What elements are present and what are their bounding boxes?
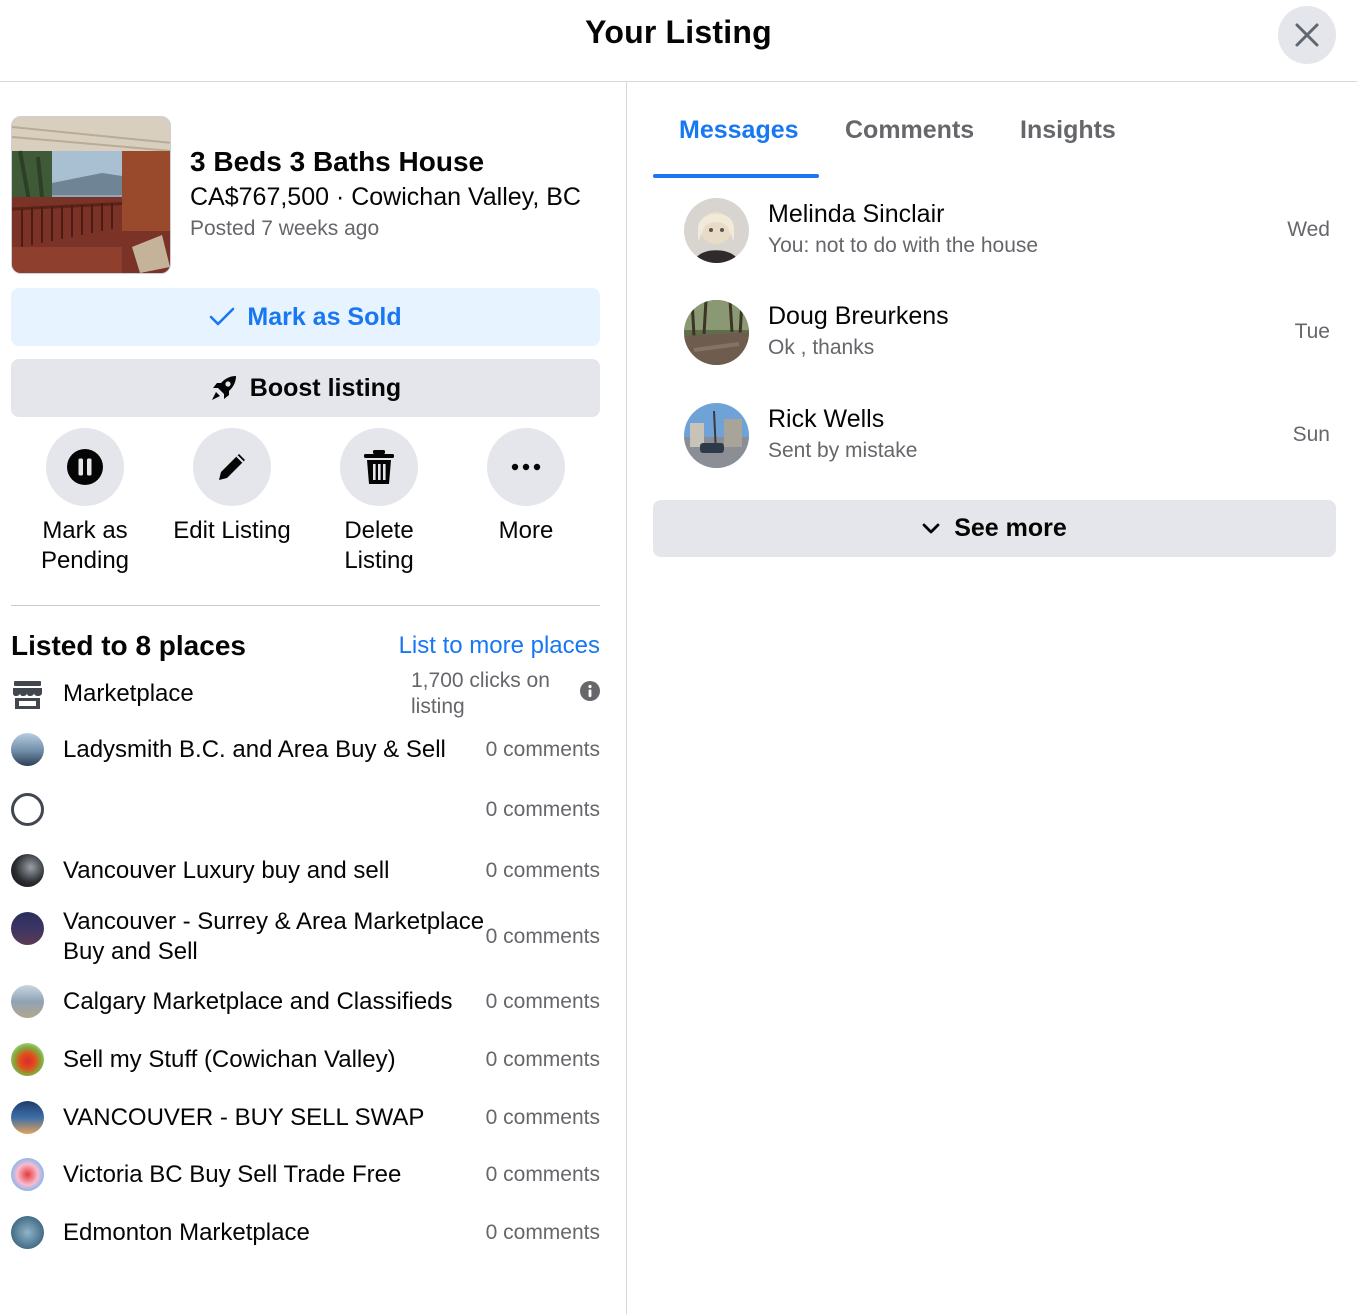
see-more-label: See more — [954, 514, 1067, 542]
close-button[interactable] — [1278, 6, 1336, 64]
more-dots-icon — [511, 463, 541, 471]
place-name: Ladysmith B.C. and Area Buy & Sell — [63, 735, 446, 763]
edit-listing-action[interactable]: Edit Listing — [162, 428, 302, 546]
place-row[interactable]: Sell my Stuff (Cowichan Valley) 0 commen… — [11, 1043, 600, 1076]
group-avatar — [11, 1101, 44, 1134]
place-comments-count: 0 comments — [485, 797, 600, 821]
mark-as-pending-action[interactable]: Mark as Pending — [15, 428, 155, 576]
group-avatar — [11, 912, 44, 945]
section-divider — [11, 605, 600, 606]
mark-as-sold-button[interactable]: Mark as Sold — [11, 288, 600, 346]
message-time: Sun — [1292, 423, 1330, 446]
tab-insights[interactable]: Insights — [1020, 116, 1116, 145]
pause-icon — [67, 449, 103, 485]
place-name: VANCOUVER - BUY SELL SWAP — [63, 1103, 425, 1131]
close-icon — [1295, 23, 1319, 47]
place-name: Marketplace — [63, 680, 194, 707]
listed-places-heading: Listed to 8 places — [11, 630, 246, 661]
listing-title: 3 Beds 3 Baths House — [190, 146, 485, 177]
place-row[interactable]: Ladysmith B.C. and Area Buy & Sell 0 com… — [11, 733, 600, 766]
tab-messages[interactable]: Messages — [679, 116, 799, 145]
tab-comments[interactable]: Comments — [845, 116, 974, 145]
place-row[interactable]: Victoria BC Buy Sell Trade Free 0 commen… — [11, 1158, 600, 1191]
more-label: More — [498, 517, 554, 544]
group-avatar — [11, 1043, 44, 1076]
place-comments-count: 0 comments — [485, 858, 600, 882]
place-row[interactable]: VANCOUVER - BUY SELL SWAP 0 comments — [11, 1101, 600, 1134]
place-name: Victoria BC Buy Sell Trade Free — [63, 1160, 402, 1188]
listing-posted-time: Posted 7 weeks ago — [190, 217, 380, 240]
see-more-button[interactable]: See more — [653, 500, 1336, 557]
message-time: Tue — [1294, 320, 1330, 343]
chevron-down-icon — [922, 523, 940, 533]
place-row[interactable]: 0 comments — [11, 793, 600, 826]
boost-listing-label: Boost listing — [249, 373, 402, 402]
contact-name: Doug Breurkens — [768, 302, 949, 330]
mark-as-pending-button[interactable] — [46, 428, 124, 506]
group-avatar — [11, 985, 44, 1018]
place-comments-count: 0 comments — [485, 1220, 600, 1244]
message-preview: Sent by mistake — [768, 439, 918, 462]
rocket-icon — [211, 376, 236, 400]
delete-listing-button[interactable] — [340, 428, 418, 506]
more-button[interactable] — [487, 428, 565, 506]
dialog-header: Your Listing — [0, 0, 1357, 82]
avatar — [684, 403, 749, 468]
message-thread[interactable]: Doug Breurkens Ok , thanks Tue — [684, 300, 1330, 366]
checkmark-icon — [210, 307, 235, 326]
contact-name: Melinda Sinclair — [768, 200, 945, 228]
edit-listing-label: Edit Listing — [173, 517, 291, 544]
place-comments-count: 0 comments — [485, 1105, 600, 1129]
message-thread[interactable]: Melinda Sinclair You: not to do with the… — [684, 198, 1330, 264]
group-avatar — [11, 1158, 44, 1191]
mark-as-pending-label: Mark as Pending — [40, 517, 130, 574]
dialog-title: Your Listing — [585, 14, 772, 50]
message-thread[interactable]: Rick Wells Sent by mistake Sun — [684, 403, 1330, 469]
place-name: Calgary Marketplace and Classifieds — [63, 987, 453, 1015]
avatar — [684, 300, 749, 365]
place-comments-count: 0 comments — [485, 1162, 600, 1186]
place-comments-count: 0 comments — [485, 737, 600, 761]
message-preview: You: not to do with the house — [768, 234, 1039, 257]
place-comments-count: 0 comments — [485, 925, 600, 948]
place-name: Vancouver Luxury buy and sell — [63, 856, 390, 884]
edit-listing-button[interactable] — [193, 428, 271, 506]
list-to-more-places-link[interactable]: List to more places — [399, 632, 600, 660]
group-avatar — [11, 733, 44, 766]
place-row[interactable]: Calgary Marketplace and Classifieds 0 co… — [11, 985, 600, 1018]
delete-listing-action[interactable]: Delete Listing — [309, 428, 449, 576]
place-name: Vancouver - Surrey & Area Marketplace Bu… — [63, 908, 485, 965]
group-avatar — [11, 854, 44, 887]
mark-as-sold-label: Mark as Sold — [247, 302, 402, 331]
place-comments-count: 0 comments — [485, 989, 600, 1013]
place-name: Edmonton Marketplace — [63, 1218, 310, 1246]
pencil-icon — [219, 454, 245, 480]
listing-photo[interactable] — [11, 116, 171, 274]
place-name: Sell my Stuff (Cowichan Valley) — [63, 1045, 396, 1073]
delete-listing-label: Delete Listing — [344, 517, 414, 574]
info-icon[interactable] — [580, 681, 600, 701]
column-divider — [626, 82, 627, 1314]
group-avatar — [11, 1216, 44, 1249]
active-tab-indicator — [653, 174, 819, 178]
place-row-marketplace[interactable]: Marketplace 1,700 clicks on listing — [11, 669, 600, 718]
house-deck-photo — [12, 117, 170, 273]
message-time: Wed — [1287, 218, 1330, 241]
shop-icon — [11, 678, 44, 711]
place-click-stat: 1,700 clicks on listing — [411, 669, 550, 718]
place-comments-count: 0 comments — [485, 1047, 600, 1071]
group-avatar-placeholder — [11, 793, 44, 826]
avatar — [684, 198, 749, 263]
boost-listing-button[interactable]: Boost listing — [11, 359, 600, 417]
place-row[interactable]: Vancouver - Surrey & Area Marketplace Bu… — [11, 906, 600, 968]
place-row[interactable]: Vancouver Luxury buy and sell 0 comments — [11, 854, 600, 887]
trash-icon — [364, 450, 394, 484]
listing-price-location: CA$767,500 · Cowichan Valley, BC — [190, 183, 581, 211]
place-row[interactable]: Edmonton Marketplace 0 comments — [11, 1216, 600, 1249]
more-action[interactable]: More — [456, 428, 596, 546]
contact-name: Rick Wells — [768, 405, 885, 433]
message-preview: Ok , thanks — [768, 336, 875, 359]
